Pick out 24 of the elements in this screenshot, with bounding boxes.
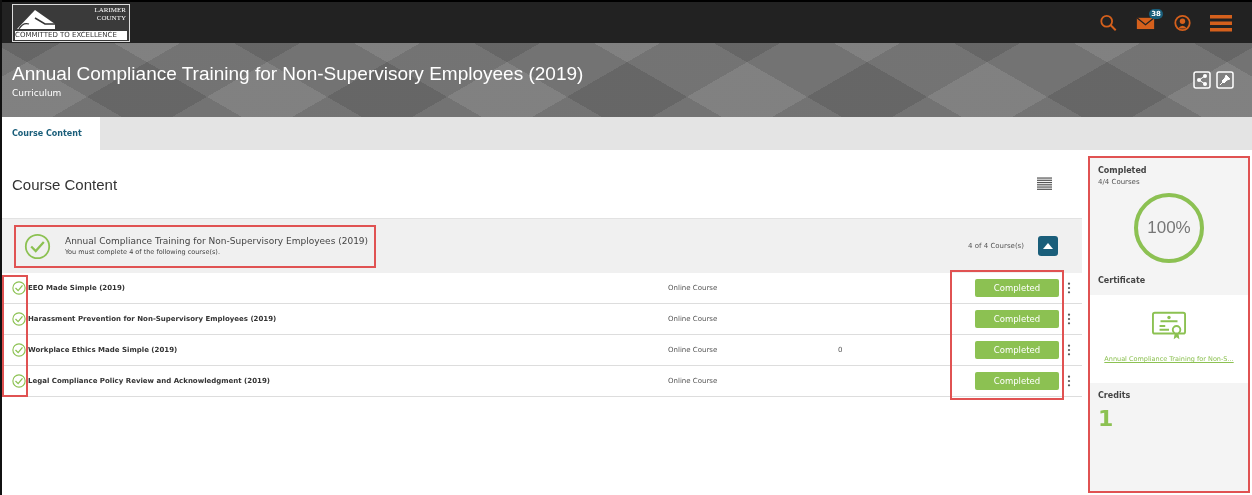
share-icon[interactable]: [1193, 71, 1211, 89]
page-title: Annual Compliance Training for Non-Supervisory Employees (2019): [12, 62, 584, 85]
credits-label: Credits: [1098, 391, 1132, 400]
mountain-logo-icon: [15, 7, 55, 30]
pin-icon[interactable]: [1216, 71, 1234, 89]
more-options-icon[interactable]: [1067, 282, 1071, 294]
search-icon[interactable]: [1099, 13, 1118, 32]
credits-value: 1: [1098, 406, 1115, 431]
completed-label: Completed: [1098, 166, 1148, 175]
more-options-icon[interactable]: [1067, 375, 1071, 387]
collapse-button[interactable]: [1038, 236, 1058, 256]
section-heading: Course Content: [12, 175, 118, 193]
more-options-icon[interactable]: [1067, 344, 1071, 356]
group-title: Annual Compliance Training for Non-Supervisory Employees (2019): [65, 236, 369, 246]
page-subtitle: Curriculum: [12, 87, 63, 98]
list-view-icon[interactable]: [1037, 177, 1052, 191]
tab[interactable]: Course Content: [2, 117, 100, 150]
more-options-icon[interactable]: [1067, 313, 1071, 325]
percent-text: 100%: [1147, 218, 1191, 238]
triangle-icon: [1043, 243, 1053, 249]
user-icon[interactable]: [1173, 13, 1192, 32]
certificate-icon: [1152, 311, 1186, 341]
certificate-label: Certificate: [1097, 275, 1147, 287]
menu-icon[interactable]: [1210, 13, 1232, 32]
